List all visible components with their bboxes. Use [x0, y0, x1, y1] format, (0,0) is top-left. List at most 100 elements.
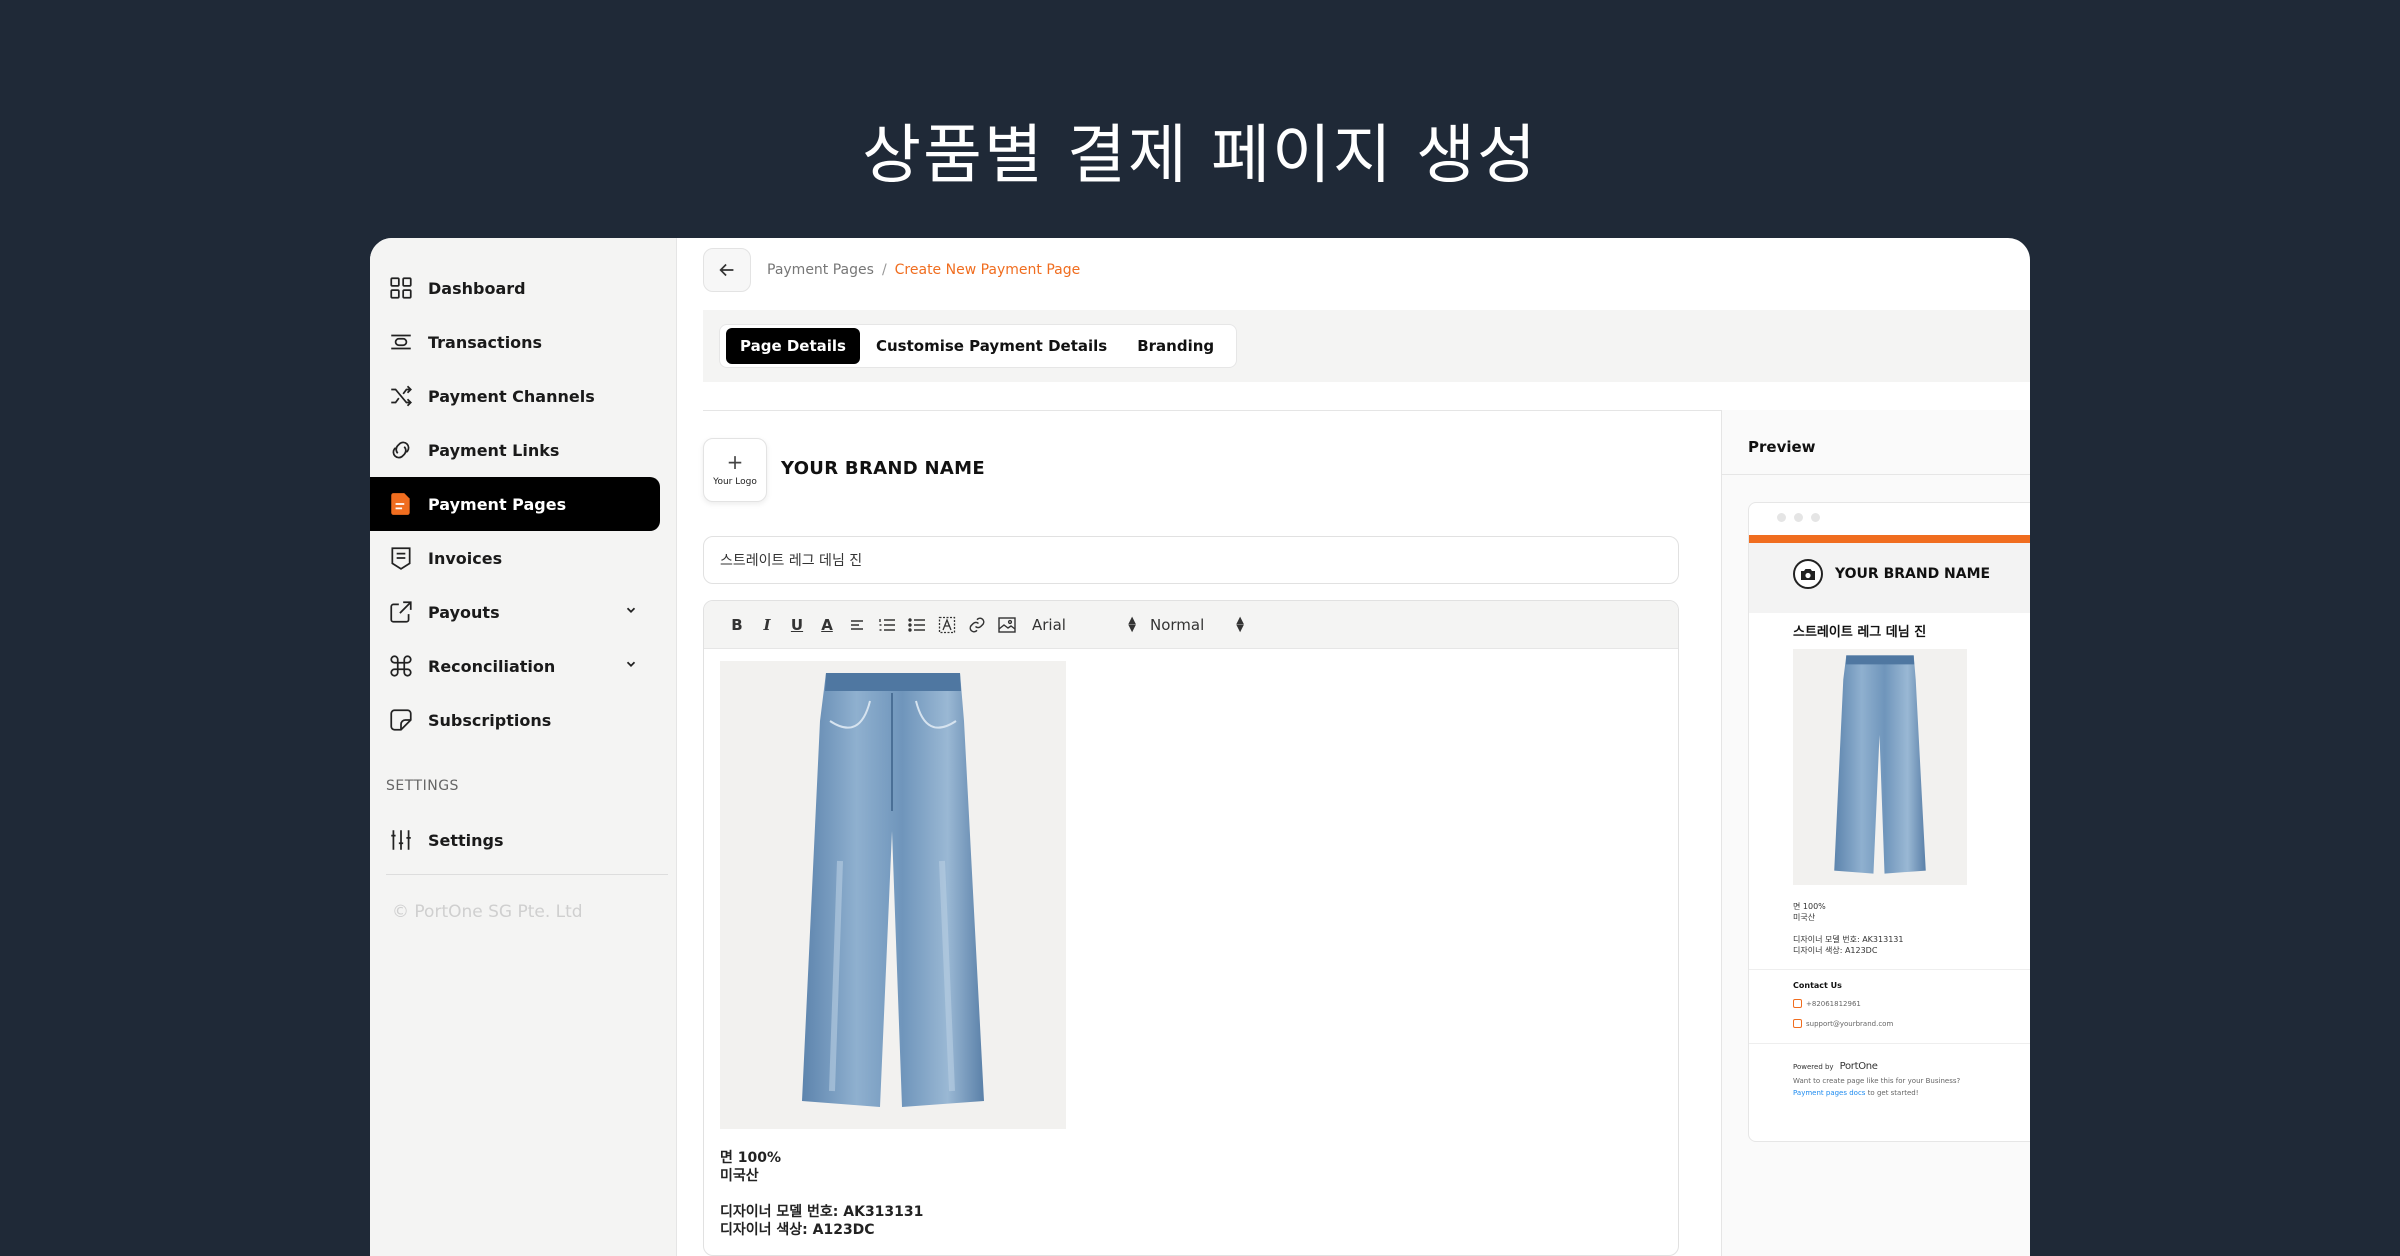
- description-line: 면 100%: [720, 1150, 782, 1166]
- sidebar-item-label: Payment Links: [428, 440, 560, 460]
- align-button[interactable]: [842, 610, 872, 640]
- brand-name[interactable]: YOUR BRAND NAME: [781, 458, 985, 479]
- rich-text-editor[interactable]: B I U A Arial ▲ ▼ Normal ▲ ▼ 면 100% 미국산 …: [703, 600, 1679, 1256]
- editor-toolbar: B I U A Arial ▲ ▼ Normal ▲ ▼: [704, 601, 1678, 649]
- transactions-icon: [391, 334, 411, 350]
- chevron-down-icon[interactable]: [624, 657, 638, 671]
- tab-group: Page Details Customise Payment Details B…: [719, 324, 1238, 368]
- preview-desc-line: 면 100%: [1793, 902, 1826, 911]
- link-icon: [392, 441, 410, 459]
- font-family-select[interactable]: Arial ▲ ▼: [1032, 614, 1136, 634]
- sidebar-item-label: Payment Pages: [428, 494, 567, 514]
- sticker-icon: [390, 709, 412, 731]
- preview-desc-line: 디자이너 모델 번호: AK313131: [1793, 935, 1904, 944]
- sidebar-item-reconciliation[interactable]: Reconciliation: [370, 639, 660, 693]
- preview-card: YOUR BRAND NAME 스트레이트 레그 데님 진 면 100% 미국산…: [1748, 502, 2030, 1142]
- portone-logo: PortOne: [1839, 1061, 1878, 1072]
- sidebar-item-payment-channels[interactable]: Payment Channels: [370, 369, 660, 423]
- hero-title: 상품별 결제 페이지 생성: [862, 119, 1538, 193]
- sidebar-item-settings[interactable]: Settings: [370, 813, 660, 867]
- preview-panel: Preview YOUR BRAND NAME 스트레이트 레그 데님 진 면: [1721, 410, 2030, 1256]
- arrow-left-icon: [719, 263, 734, 277]
- phone-icon: [1793, 999, 1802, 1008]
- font-family-value: Arial: [1032, 615, 1066, 634]
- breadcrumb-parent[interactable]: Payment Pages: [767, 262, 874, 278]
- sidebar-item-label: Settings: [428, 830, 504, 850]
- sidebar-item-payment-pages[interactable]: Payment Pages: [370, 477, 660, 531]
- breadcrumb-current: Create New Payment Page: [894, 262, 1081, 278]
- sidebar-item-invoices[interactable]: Invoices: [370, 531, 660, 585]
- breadcrumb: Payment Pages / Create New Payment Page: [767, 262, 1080, 278]
- sidebar-item-payment-links[interactable]: Payment Links: [370, 423, 660, 477]
- underline-button[interactable]: U: [782, 610, 812, 640]
- font-size-select[interactable]: Normal ▲ ▼: [1150, 615, 1244, 634]
- description-line: 디자이너 색상: A123DC: [720, 1222, 875, 1238]
- align-icon: [851, 619, 863, 630]
- bullet-list-icon: [908, 617, 925, 632]
- powered-by: Powered by PortOne: [1793, 1061, 1878, 1072]
- external-icon: [390, 601, 412, 623]
- sidebar-item-label: Payment Channels: [428, 386, 595, 406]
- copyright: © PortOne SG Pte. Ltd: [392, 902, 583, 922]
- tab-customise-payment-details[interactable]: Customise Payment Details: [862, 328, 1121, 364]
- sidebar-item-subscriptions[interactable]: Subscriptions: [370, 693, 660, 747]
- sidebar-item-dashboard[interactable]: Dashboard: [370, 261, 660, 315]
- preview-desc-line: 미국산: [1793, 913, 1816, 922]
- shuffle-icon: [391, 385, 412, 407]
- footer-line: Want to create page like this for your B…: [1793, 1077, 1961, 1085]
- sidebar-item-payouts[interactable]: Payouts: [370, 585, 660, 639]
- logo-caption: Your Logo: [713, 477, 757, 487]
- select-arrows-icon: ▲ ▼: [1128, 614, 1136, 634]
- editor-body[interactable]: 면 100% 미국산 디자이너 모델 번호: AK313131 디자이너 색상:…: [704, 649, 1678, 1251]
- preview-desc-line: 디자이너 색상: A123DC: [1793, 946, 1878, 955]
- product-image[interactable]: [720, 661, 1066, 1129]
- preview-divider: [1722, 474, 2030, 475]
- contact-phone: +82061812961: [1793, 999, 1861, 1008]
- sidebar-divider: [386, 874, 668, 875]
- footer-line: Payment pages docs to get started!: [1793, 1089, 1919, 1097]
- chevron-down-icon[interactable]: [624, 603, 638, 617]
- ordered-list-button[interactable]: [872, 610, 902, 640]
- logo-upload[interactable]: + Your Logo: [703, 438, 767, 502]
- breadcrumb-separator: /: [881, 262, 887, 278]
- preview-product-image: [1793, 649, 1967, 885]
- tab-page-details[interactable]: Page Details: [726, 328, 860, 364]
- sidebar-item-label: Subscriptions: [428, 710, 552, 730]
- bullet-list-button[interactable]: [902, 610, 932, 640]
- invoice-icon: [391, 547, 411, 570]
- tab-branding[interactable]: Branding: [1123, 328, 1228, 364]
- preview-brand-name: YOUR BRAND NAME: [1835, 566, 1991, 582]
- image-icon: [998, 616, 1016, 633]
- document-icon: [391, 493, 410, 515]
- preview-title: Preview: [1748, 438, 1816, 456]
- plus-icon: +: [726, 450, 744, 474]
- sidebar-item-label: Reconciliation: [428, 656, 556, 676]
- preview-divider: [1749, 1043, 2030, 1044]
- sidebar: Dashboard Transactions Payment Channels …: [370, 238, 677, 1256]
- link-button[interactable]: [962, 610, 992, 640]
- link-icon: [969, 617, 985, 632]
- sidebar-item-label: Invoices: [428, 548, 503, 568]
- docs-link[interactable]: Payment pages docs: [1793, 1089, 1865, 1097]
- description-line: 미국산: [720, 1168, 759, 1184]
- settings-section-label: SETTINGS: [386, 778, 459, 794]
- sidebar-item-transactions[interactable]: Transactions: [370, 315, 660, 369]
- product-description[interactable]: 면 100% 미국산 디자이너 모델 번호: AK313131 디자이너 색상:…: [720, 1149, 1662, 1239]
- app-window: Dashboard Transactions Payment Channels …: [370, 238, 2030, 1256]
- back-button[interactable]: [703, 248, 751, 292]
- italic-button[interactable]: I: [752, 610, 782, 640]
- accent-bar: [1749, 535, 2030, 543]
- sidebar-item-label: Payouts: [428, 602, 500, 622]
- text-color-button[interactable]: A: [812, 610, 842, 640]
- ordered-list-icon: [879, 618, 895, 631]
- description-line: 디자이너 모델 번호: AK313131: [720, 1204, 924, 1220]
- image-button[interactable]: [992, 610, 1022, 640]
- sliders-icon: [391, 830, 411, 850]
- preview-divider: [1749, 969, 2030, 970]
- bold-button[interactable]: B: [722, 610, 752, 640]
- command-icon: [390, 655, 412, 677]
- sidebar-item-label: Transactions: [428, 332, 543, 352]
- clear-format-button[interactable]: [932, 610, 962, 640]
- contact-email: support@yourbrand.com: [1793, 1019, 1893, 1028]
- page-title-input[interactable]: [703, 536, 1679, 584]
